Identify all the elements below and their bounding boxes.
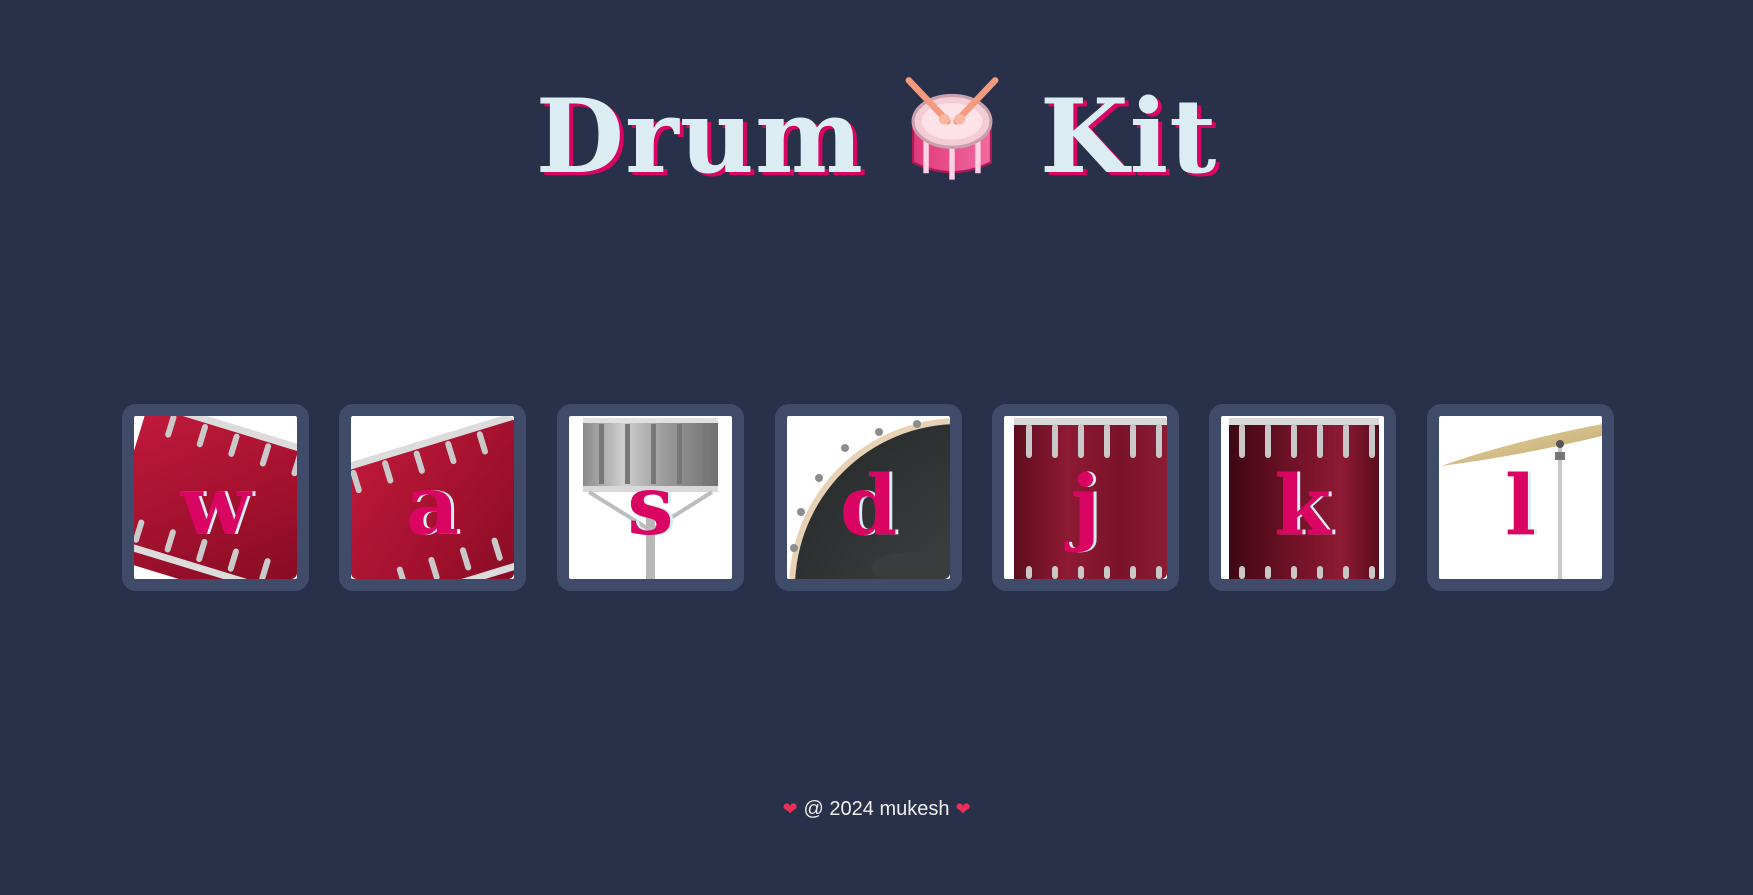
drum-button-k[interactable]: k (1209, 404, 1396, 591)
drum-key-label: a (405, 458, 460, 554)
drum-key-label: k (1274, 458, 1331, 554)
drum-key-label: d (839, 458, 898, 554)
drum-button-s[interactable]: s (557, 404, 744, 591)
title-word-kit: Kit (1039, 77, 1218, 197)
drum-button-w[interactable]: w (122, 404, 309, 591)
drum-key-label: l (1504, 458, 1537, 554)
drum-key-label: w (180, 458, 251, 554)
footer: ❤ @ 2024 mukesh ❤ (0, 796, 1753, 822)
title-word-drum: Drum (535, 77, 864, 197)
drum-button-l[interactable]: l (1427, 404, 1614, 591)
drum-set: w a s d j k l (0, 404, 1753, 591)
heart-icon: ❤ (955, 799, 971, 819)
drum-button-a[interactable]: a (339, 404, 526, 591)
drum-button-d[interactable]: d (775, 404, 962, 591)
page-title: Drum Kit (0, 72, 1753, 202)
drum-key-label: j (1070, 458, 1101, 554)
drum-key-label: s (627, 458, 674, 554)
footer-text: @ 2024 mukesh (803, 798, 950, 820)
drum-with-sticks-icon (898, 76, 1006, 184)
heart-icon: ❤ (782, 799, 798, 819)
drum-button-j[interactable]: j (992, 404, 1179, 591)
